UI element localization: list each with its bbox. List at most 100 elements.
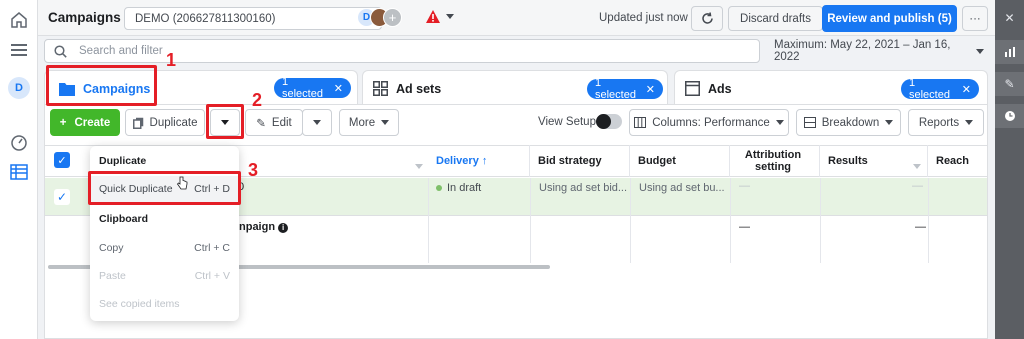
row-checkbox[interactable]: ✓ (54, 189, 70, 205)
column-divider (630, 178, 631, 263)
discard-drafts-button[interactable]: Discard drafts (728, 6, 823, 31)
selected-count: 1 selected (909, 77, 950, 101)
selected-pill[interactable]: 1 selected ✕ (901, 77, 979, 101)
columns-button[interactable]: Columns: Performance (629, 109, 789, 136)
campaign-name-text: npaign (239, 221, 276, 233)
tab-ads[interactable]: Ads 1 selected ✕ (674, 70, 988, 106)
refresh-button[interactable] (691, 6, 723, 31)
close-icon[interactable]: ✕ (995, 6, 1024, 30)
add-collaborator-icon: + (383, 8, 402, 27)
column-header-reach[interactable]: Reach (928, 145, 987, 177)
tab-ad-sets[interactable]: Ad sets 1 selected ✕ (362, 70, 668, 106)
results-dropdown-icon[interactable] (913, 158, 921, 172)
breakdown-label: Breakdown (821, 116, 880, 129)
page-title: Campaigns (48, 10, 121, 25)
more-options-button[interactable]: ··· (962, 6, 988, 31)
column-header-delivery[interactable]: Delivery ↑ (428, 145, 530, 177)
bid-strategy-cell: Using ad set bid... (539, 182, 628, 194)
duplicate-icon (132, 117, 143, 129)
duplicate-label: Duplicate (149, 116, 198, 129)
search-placeholder: Search and filter (79, 45, 163, 57)
selected-count: 1 selected (595, 77, 636, 101)
attribution-header-label: Attribution setting (744, 149, 802, 173)
refresh-icon (701, 12, 713, 24)
right-sidebar: ✕ ✎ (995, 0, 1024, 339)
search-input[interactable]: Search and filter (44, 39, 760, 63)
status-dot-icon (436, 185, 442, 191)
account-selector[interactable]: DEMO (206627811300160) (124, 7, 382, 30)
info-icon[interactable]: i (278, 223, 289, 233)
chevron-down-icon (965, 120, 974, 125)
annotation-box-quick-duplicate (88, 171, 241, 205)
ad-sets-grid-icon (373, 81, 388, 96)
close-icon[interactable]: ✕ (962, 83, 971, 96)
section-label: Clipboard (99, 213, 148, 225)
paste-item[interactable]: Paste Ctrl + V (90, 263, 239, 289)
column-header-bid-strategy[interactable]: Bid strategy (530, 145, 630, 177)
delivery-text: In draft (447, 182, 482, 194)
column-divider (428, 178, 429, 263)
budget-cell: Using ad set bu... (639, 182, 725, 194)
warnings-button[interactable] (426, 10, 454, 23)
chevron-down-icon (976, 48, 984, 54)
reports-button[interactable]: Reports (908, 109, 984, 136)
dashboard-icon[interactable] (7, 130, 31, 154)
column-header-budget[interactable]: Budget (630, 145, 730, 177)
annotation-box-campaigns (46, 65, 157, 106)
ads-manager-icon[interactable] (7, 160, 31, 184)
selected-pill[interactable]: 1 selected ✕ (274, 76, 351, 100)
edit-label: Edit (271, 116, 292, 129)
annotation-box-dropdown (206, 104, 244, 139)
results-cell: — (915, 221, 926, 233)
toggle-knob (596, 114, 611, 129)
menu-icon[interactable] (7, 38, 31, 62)
chevron-down-icon (381, 120, 390, 125)
close-icon[interactable]: ✕ (646, 83, 655, 96)
column-divider (928, 178, 929, 263)
copy-item[interactable]: Copy Ctrl + C (90, 235, 239, 261)
date-range-selector[interactable]: Maximum: May 22, 2021 – Jan 16, 2022 (768, 39, 990, 63)
column-divider (530, 178, 531, 263)
annotation-number-2: 2 (252, 90, 263, 110)
collaborators[interactable]: D + (357, 8, 407, 28)
annotation-number-1: 1 (166, 50, 177, 70)
breakdown-icon (803, 117, 816, 128)
account-avatar[interactable]: D (7, 76, 31, 100)
see-copied-items[interactable]: See copied items (90, 291, 239, 317)
section-label: Duplicate (99, 155, 147, 167)
more-button[interactable]: More (339, 109, 399, 136)
column-header-results[interactable]: Results (820, 145, 928, 177)
selected-pill[interactable]: 1 selected ✕ (587, 77, 663, 101)
view-setup-toggle[interactable] (596, 114, 622, 129)
edit-dropdown-button[interactable] (302, 109, 332, 136)
edit-pencil-icon[interactable]: ✎ (995, 72, 1024, 96)
column-header-attribution[interactable]: Attribution setting (730, 145, 820, 177)
plus-icon: + (59, 116, 67, 129)
ads-icon (685, 81, 700, 96)
view-setup-label: View Setup (538, 116, 596, 128)
edit-button[interactable]: ✎ Edit (245, 109, 303, 136)
home-icon[interactable] (7, 8, 31, 32)
duplicate-button[interactable]: Duplicate (125, 109, 205, 136)
date-range-label: Maximum: May 22, 2021 – Jan 16, 2022 (774, 39, 951, 63)
menu-section-clipboard: Clipboard (90, 206, 239, 232)
breakdown-button[interactable]: Breakdown (796, 109, 901, 136)
review-publish-button[interactable]: Review and publish (5) (822, 5, 957, 32)
tab-label: Ad sets (396, 81, 442, 96)
results-header-label: Results (828, 155, 868, 167)
search-row: Search and filter Maximum: May 22, 2021 … (44, 37, 994, 65)
columns-label: Columns: Performance (652, 116, 770, 129)
account-name: DEMO (206627811300160) (135, 12, 276, 25)
tab-label: Ads (708, 81, 732, 96)
sort-dropdown-icon[interactable] (415, 158, 423, 172)
column-divider (820, 178, 821, 263)
history-clock-icon[interactable] (995, 104, 1024, 128)
close-icon[interactable]: ✕ (334, 82, 343, 95)
create-button[interactable]: + Create (50, 109, 120, 136)
shortcut-label: Ctrl + C (194, 242, 230, 254)
attribution-cell: — (739, 180, 750, 192)
chevron-down-icon (313, 120, 321, 125)
chart-icon[interactable] (995, 40, 1024, 64)
select-all-checkbox[interactable]: ✓ (54, 152, 70, 168)
columns-icon (634, 117, 647, 128)
